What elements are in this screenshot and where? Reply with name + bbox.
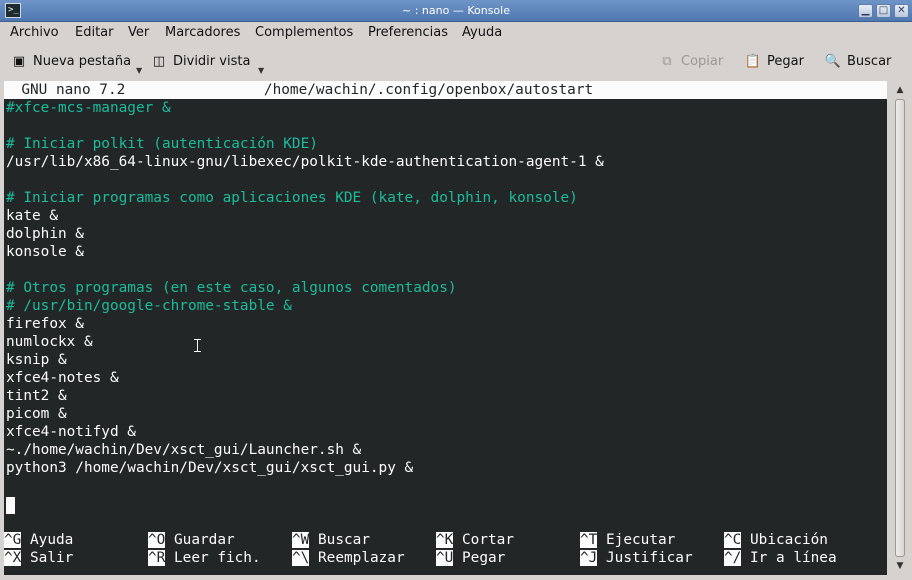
scroll-up-arrow-icon[interactable]: ▲	[892, 83, 908, 97]
code-line: ~./home/wachin/Dev/xsct_gui/Launcher.sh …	[6, 442, 362, 458]
new-tab-button[interactable]: ▣ Nueva pestaña ▼	[10, 52, 142, 75]
shortcut-label: Reemplazar	[318, 550, 405, 566]
text-cursor	[6, 497, 15, 514]
shortcut-item: ^U Pegar	[436, 549, 505, 567]
split-view-label: Dividir vista	[173, 54, 251, 69]
menu-editar[interactable]: Editar	[75, 22, 114, 44]
shortcut-item: ^K Cortar	[436, 531, 514, 549]
find-label: Buscar	[847, 54, 892, 69]
comment-line: # Otros programas (en este caso, algunos…	[6, 280, 457, 296]
shortcut-item: ^T Ejecutar	[580, 531, 675, 549]
code-line: tint2 &	[6, 388, 67, 404]
close-button[interactable]: ✕	[894, 4, 909, 18]
menu-ayuda[interactable]: Ayuda	[462, 22, 502, 44]
shortcut-key: ^T	[580, 532, 598, 548]
window-titlebar[interactable]: >_ ~ : nano — Konsole ▁ □ ✕	[0, 0, 912, 22]
shortcut-item: ^O Guardar	[148, 531, 235, 549]
shortcut-label: Guardar	[174, 532, 235, 548]
shortcut-label: Ubicación	[750, 532, 828, 548]
scrollbar[interactable]: ▲ ▼	[888, 81, 912, 575]
copy-button[interactable]: ⧉ Copiar	[658, 52, 723, 72]
shortcut-key: ^C	[724, 532, 742, 548]
terminal-area[interactable]: GNU nano 7.2 /home/wachin/.config/openbo…	[4, 81, 887, 575]
comment-line: # Iniciar polkit (autenticación KDE)	[6, 136, 318, 152]
chevron-down-icon[interactable]: ▼	[258, 61, 264, 81]
new-tab-label: Nueva pestaña	[33, 54, 132, 69]
shortcut-label: Ir a línea	[750, 550, 837, 566]
chevron-down-icon[interactable]: ▼	[136, 61, 142, 81]
shortcut-label: Ejecutar	[606, 532, 676, 548]
shortcut-label: Cortar	[462, 532, 514, 548]
nano-header: GNU nano 7.2 /home/wachin/.config/openbo…	[4, 81, 887, 99]
comment-line: #xfce-mcs-manager &	[6, 100, 171, 116]
menu-archivo[interactable]: Archivo	[10, 22, 59, 44]
shortcut-key: ^\	[292, 550, 310, 566]
code-line: ksnip &	[6, 352, 67, 368]
shortcut-label: Ayuda	[30, 532, 74, 548]
new-tab-icon: ▣	[12, 54, 26, 69]
code-line: xfce4-notes &	[6, 370, 119, 386]
shortcut-item: ^/ Ir a línea	[724, 549, 837, 567]
menu-complementos[interactable]: Complementos	[255, 22, 353, 44]
shortcut-label: Leer fich.	[174, 550, 261, 566]
scroll-down-arrow-icon[interactable]: ▼	[892, 559, 908, 573]
shortcut-label: Salir	[30, 550, 74, 566]
shortcut-key: ^X	[4, 550, 22, 566]
scroll-thumb[interactable]	[895, 99, 905, 557]
menubar: Archivo Editar Ver Marcadores Complement…	[0, 22, 912, 44]
shortcut-key: ^W	[292, 532, 310, 548]
shortcut-item: ^W Buscar	[292, 531, 370, 549]
shortcut-item: ^J Justificar	[580, 549, 693, 567]
find-button[interactable]: 🔍 Buscar	[824, 52, 891, 72]
split-view-button[interactable]: ◫ Dividir vista ▼	[150, 52, 264, 75]
shortcut-key: ^R	[148, 550, 166, 566]
comment-line: # Iniciar programas como aplicaciones KD…	[6, 190, 578, 206]
maximize-button[interactable]: □	[876, 4, 891, 18]
toolbar: ▣ Nueva pestaña ▼ ◫ Dividir vista ▼ ⧉ Co…	[0, 44, 912, 80]
code-line: dolphin &	[6, 226, 84, 242]
paste-icon: 📋	[744, 54, 762, 69]
window-bottom-border	[0, 575, 912, 580]
shortcut-item: ^R Leer fich.	[148, 549, 261, 567]
search-icon: 🔍	[824, 54, 842, 69]
shortcut-item: ^X Salir	[4, 549, 73, 567]
menu-marcadores[interactable]: Marcadores	[165, 22, 240, 44]
shortcut-key: ^U	[436, 550, 454, 566]
code-line: konsole &	[6, 244, 84, 260]
shortcut-label: Justificar	[606, 550, 693, 566]
code-line: numlockx &	[6, 334, 93, 350]
copy-label: Copiar	[681, 54, 724, 69]
code-line: /usr/lib/x86_64-linux-gnu/libexec/polkit…	[6, 154, 604, 170]
shortcut-key: ^O	[148, 532, 166, 548]
comment-line: # /usr/bin/google-chrome-stable &	[6, 298, 292, 314]
code-line: python3 /home/wachin/Dev/xsct_gui/xsct_g…	[6, 460, 414, 476]
split-view-icon: ◫	[152, 54, 166, 69]
code-line: picom &	[6, 406, 67, 422]
shortcut-key: ^G	[4, 532, 22, 548]
mouse-ibeam-cursor	[194, 339, 201, 352]
code-line: kate &	[6, 208, 58, 224]
shortcut-item: ^C Ubicación	[724, 531, 828, 549]
paste-label: Pegar	[767, 54, 804, 69]
shortcut-key: ^/	[724, 550, 742, 566]
shortcut-label: Pegar	[462, 550, 506, 566]
copy-icon: ⧉	[662, 54, 672, 69]
menu-preferencias[interactable]: Preferencias	[368, 22, 448, 44]
code-line: firefox &	[6, 316, 84, 332]
shortcut-key: ^J	[580, 550, 598, 566]
shortcut-item: ^G Ayuda	[4, 531, 73, 549]
shortcut-label: Buscar	[318, 532, 370, 548]
minimize-button[interactable]: ▁	[858, 4, 873, 18]
menu-ver[interactable]: Ver	[128, 22, 149, 44]
shortcut-key: ^K	[436, 532, 454, 548]
shortcut-item: ^\ Reemplazar	[292, 549, 405, 567]
paste-button[interactable]: 📋 Pegar	[744, 52, 804, 72]
code-line: xfce4-notifyd &	[6, 424, 136, 440]
window-title: ~ : nano — Konsole	[402, 4, 510, 17]
